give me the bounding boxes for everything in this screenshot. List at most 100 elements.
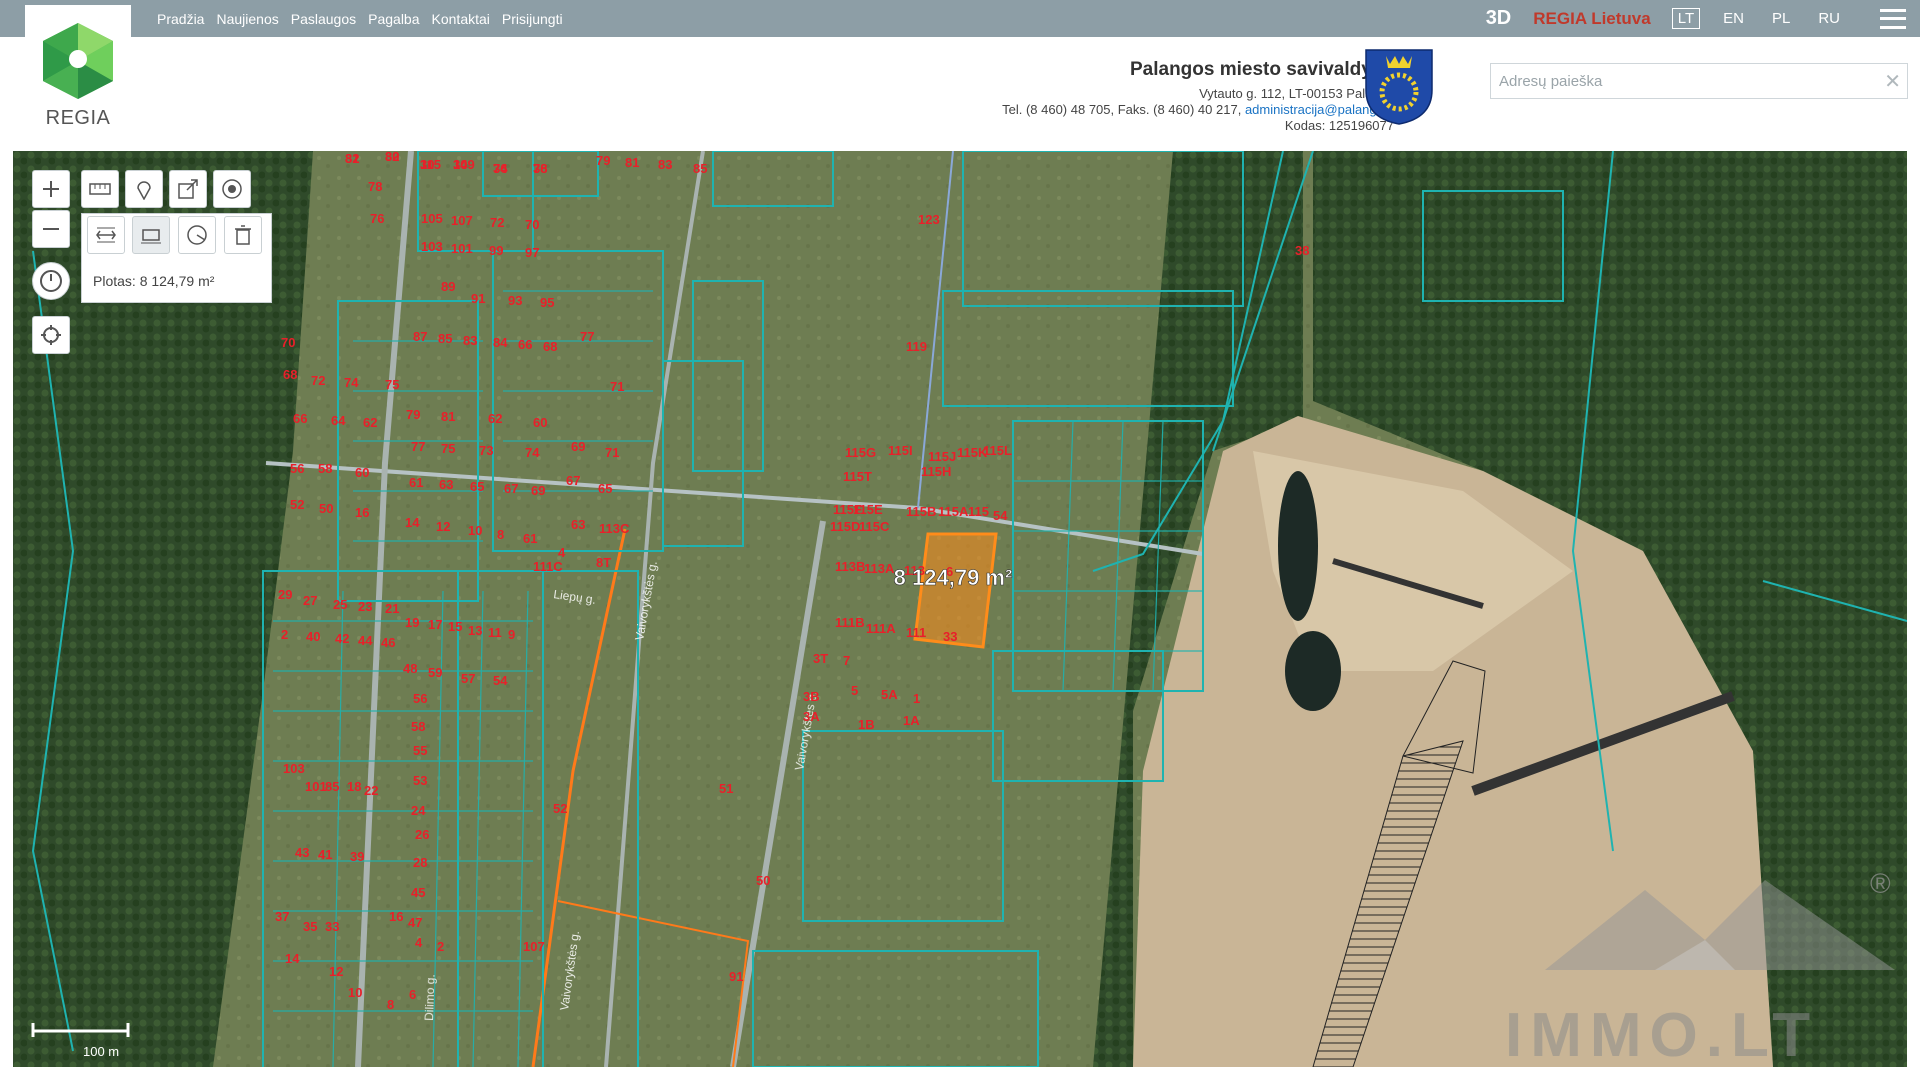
parcel-label: 89 — [441, 279, 455, 294]
lang-lt[interactable]: LT — [1671, 8, 1701, 29]
parcel-label: 1A — [903, 713, 920, 728]
parcel-label: 10 — [348, 985, 362, 1000]
parcel-label: 91 — [471, 291, 485, 306]
parcel-label: 25 — [333, 597, 347, 612]
parcel-label: 103 — [283, 761, 305, 776]
parcel-label: 85 — [438, 331, 452, 346]
parcel-label: 77 — [580, 329, 594, 344]
parcel-label: 83 — [463, 333, 477, 348]
parcel-label: 50 — [319, 501, 333, 516]
parcel-label: 50 — [756, 873, 770, 888]
lang-pl[interactable]: PL — [1767, 9, 1795, 28]
hamburger-menu-icon[interactable] — [1880, 8, 1906, 29]
parcel-label: 8T — [596, 555, 611, 570]
nav-link-help[interactable]: Pagalba — [368, 11, 419, 27]
parcel-label: 97 — [525, 245, 539, 260]
parcel-label: 30 — [420, 157, 434, 172]
parcel-label: 32 — [385, 151, 399, 164]
parcel-label: 18 — [347, 779, 361, 794]
lang-en[interactable]: EN — [1718, 9, 1749, 28]
parcel-label: 71 — [605, 445, 619, 460]
parcel-label: 2 — [437, 939, 444, 954]
nav-link-services[interactable]: Paslaugos — [291, 11, 356, 27]
municipality-contacts: Tel. (8 460) 48 705, Faks. (8 460) 40 21… — [1002, 102, 1394, 118]
parcel-label: 16 — [355, 505, 369, 520]
share-button[interactable] — [169, 170, 207, 208]
parcel-label: 1B — [858, 717, 875, 732]
zoom-out-button[interactable] — [32, 210, 70, 248]
parcel-label: 17 — [428, 617, 442, 632]
parcel-label: 59 — [428, 665, 442, 680]
parcel-label: 60 — [533, 415, 547, 430]
close-icon[interactable]: ✕ — [1884, 69, 1901, 94]
parcel-label: 11 — [488, 625, 502, 640]
parcel-label: 75 — [385, 377, 399, 392]
parcel-label: 69 — [531, 483, 545, 498]
parcel-label: 79 — [596, 153, 610, 168]
regia-logo-icon — [43, 23, 113, 99]
history-button[interactable] — [32, 262, 70, 300]
regia-lietuva-link[interactable]: REGIA Lietuva — [1533, 9, 1650, 29]
locate-button[interactable] — [32, 316, 70, 354]
share-icon — [178, 179, 198, 199]
parcel-label: 21 — [385, 601, 399, 616]
measure-distance-button[interactable] — [87, 216, 125, 254]
parcel-label: 95 — [540, 295, 554, 310]
parcel-label: 65 — [598, 481, 612, 496]
parcel-label: 15 — [448, 619, 462, 634]
distance-icon — [96, 227, 116, 243]
parcel-label: 8 — [387, 997, 394, 1012]
parcel-label: 44 — [358, 633, 373, 648]
parcel-label: 39 — [350, 849, 364, 864]
parcel-label: 73 — [479, 443, 493, 458]
main-nav: Pradžia Naujienos Paslaugos Pagalba Kont… — [157, 0, 563, 37]
parcel-label: 78 — [368, 179, 382, 194]
nav-link-login[interactable]: Prisijungti — [502, 11, 563, 27]
3d-button[interactable]: 3D — [1486, 7, 1512, 30]
parcel-label: 115B — [906, 504, 936, 519]
parcel-label: 107 — [523, 939, 545, 954]
parcel-label: 123 — [918, 212, 940, 227]
parcel-label: 43 — [295, 845, 309, 860]
parcel-label: 85 — [325, 779, 339, 794]
nav-link-home[interactable]: Pradžia — [157, 11, 204, 27]
parcel-label: 58 — [318, 461, 332, 476]
regia-logo[interactable]: REGIA — [25, 5, 131, 150]
parcel-label: 115T — [843, 469, 872, 484]
parcel-label: 115D — [830, 519, 860, 534]
watermark: IMMO.LT — [1505, 1001, 1819, 1070]
parcel-label: 93 — [508, 293, 522, 308]
measure-radius-button[interactable] — [178, 216, 216, 254]
zoom-in-button[interactable] — [32, 170, 70, 208]
parcel-label: 70 — [525, 217, 539, 232]
parcel-label: 84 — [493, 335, 508, 350]
nav-link-news[interactable]: Naujienos — [216, 11, 278, 27]
municipality-info: Palangos miesto savivaldybė Vytauto g. 1… — [1002, 58, 1394, 134]
target-button[interactable] — [213, 170, 251, 208]
parcel-label: 115 — [968, 504, 989, 519]
watermark-logo-icon — [1545, 880, 1895, 970]
parcel-label: 53 — [413, 773, 427, 788]
municipality-code: Kodas: 125196077 — [1284, 118, 1394, 133]
parcel-label: 12 — [436, 519, 450, 534]
lang-ru[interactable]: RU — [1813, 9, 1845, 28]
parcel-label: 113A — [864, 561, 895, 576]
place-marker-button[interactable] — [125, 170, 163, 208]
parcel-label: 36 — [493, 161, 507, 176]
top-bar: Pradžia Naujienos Paslaugos Pagalba Kont… — [0, 0, 1920, 37]
parcel-label: 6 — [409, 987, 416, 1002]
nav-link-contacts[interactable]: Kontaktai — [432, 11, 490, 27]
parcel-label: 8 — [497, 527, 504, 542]
address-search-input[interactable] — [1491, 64, 1881, 98]
measure-area-button[interactable] — [132, 216, 170, 254]
parcel-label: 14 — [405, 515, 420, 530]
delete-button[interactable] — [224, 216, 262, 254]
trash-icon — [235, 225, 251, 245]
parcel-label: 52 — [290, 497, 304, 512]
measure-tool-button[interactable] — [81, 170, 119, 208]
parcel-label: 2 — [281, 627, 288, 642]
parcel-label: 4 — [415, 935, 423, 950]
parcel-label: 51 — [719, 781, 733, 796]
parcel-label: 5 — [851, 683, 858, 698]
parcel-label: 46 — [381, 635, 395, 650]
